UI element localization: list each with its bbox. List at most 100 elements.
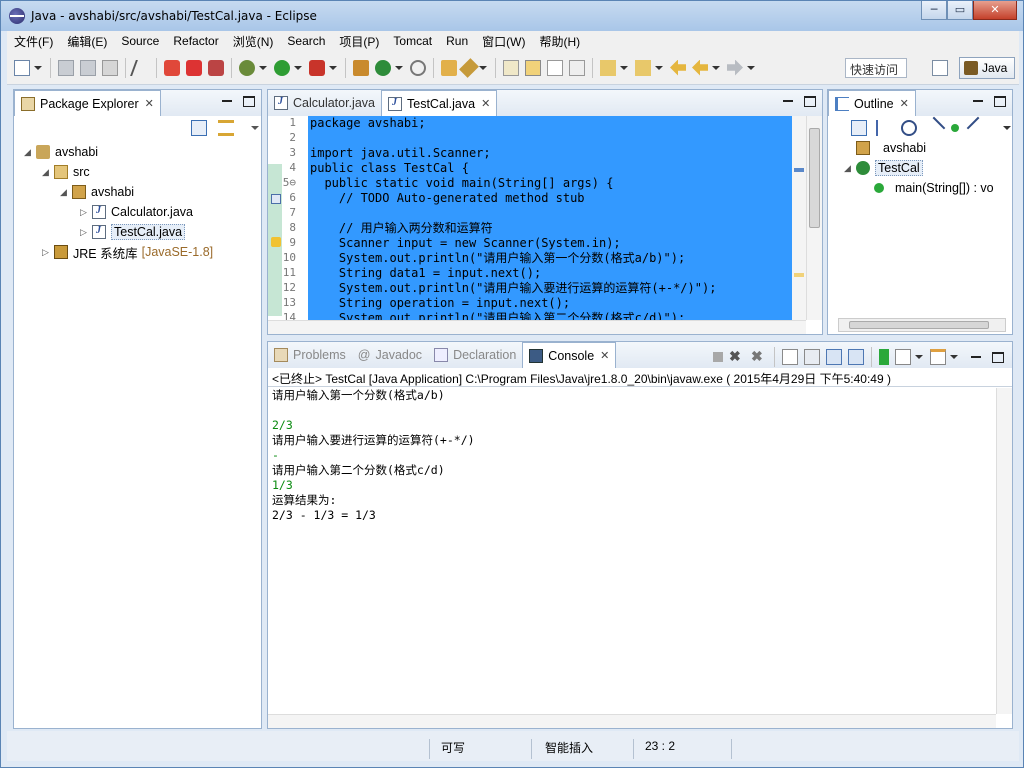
collapse-all-icon[interactable] <box>191 120 207 136</box>
toggle-breakpoint-icon[interactable] <box>130 59 152 76</box>
quick-access-input[interactable]: 快速访问 <box>845 58 907 78</box>
run-icon[interactable] <box>274 59 290 76</box>
print-icon[interactable] <box>102 59 118 76</box>
scrollbar-thumb[interactable] <box>809 128 820 228</box>
tree-item-testcal[interactable]: ▷ TestCal.java <box>20 222 213 242</box>
hide-local-types-icon[interactable] <box>966 116 990 140</box>
block-selection-icon[interactable] <box>547 59 563 76</box>
tab-javadoc[interactable]: @ Javadoc <box>352 342 428 368</box>
mark-occurrences-icon[interactable] <box>525 59 541 76</box>
tab-problems[interactable]: Problems <box>268 342 352 368</box>
show-stderr-icon[interactable] <box>848 349 864 365</box>
menu-tomcat[interactable]: Tomcat <box>386 34 439 48</box>
maximize-button[interactable]: ▭ <box>947 1 973 20</box>
highlight-icon[interactable] <box>503 59 519 76</box>
debug-icon[interactable] <box>239 59 255 76</box>
menu-run[interactable]: Run <box>439 34 475 48</box>
minimize-view-icon[interactable] <box>782 96 794 107</box>
tree-item-src[interactable]: ◢ src <box>20 162 213 182</box>
tab-testcal-java[interactable]: TestCal.java ✕ <box>381 90 498 116</box>
debug-marker-icon[interactable] <box>186 59 202 76</box>
remove-launch-icon[interactable]: ✖ <box>729 349 745 365</box>
hide-static-icon[interactable] <box>922 116 946 140</box>
save-icon[interactable] <box>58 59 74 76</box>
open-perspective-icon[interactable] <box>932 60 948 76</box>
refresh-icon[interactable] <box>410 59 426 76</box>
last-edit-icon[interactable] <box>670 59 686 76</box>
back-icon[interactable] <box>692 59 708 76</box>
clear-console-icon[interactable] <box>782 349 798 365</box>
sort-icon[interactable] <box>876 120 892 136</box>
remove-breakpoints-icon[interactable] <box>208 59 224 76</box>
menu-navigate[interactable]: 浏览(N) <box>226 33 281 50</box>
maximize-view-icon[interactable] <box>804 96 816 107</box>
pin-console-icon[interactable] <box>879 349 889 365</box>
tree-item-package[interactable]: ◢ avshabi <box>20 182 213 202</box>
editor-horizontal-scrollbar[interactable] <box>268 320 806 334</box>
menu-help[interactable]: 帮助(H) <box>532 33 587 50</box>
tree-item-calculator[interactable]: ▷ Calculator.java <box>20 202 213 222</box>
open-type-icon[interactable] <box>441 59 457 76</box>
maximize-view-icon[interactable] <box>992 351 1004 363</box>
menu-source[interactable]: Source <box>114 34 166 48</box>
remove-all-terminated-icon[interactable]: ✖ <box>751 349 767 365</box>
collapse-arrow-icon[interactable]: ▷ <box>80 227 92 238</box>
maximize-view-icon[interactable] <box>243 96 255 107</box>
hide-fields-icon[interactable] <box>901 120 917 136</box>
close-icon[interactable]: ✕ <box>600 349 609 362</box>
prev-annotation-icon[interactable] <box>635 59 651 76</box>
outline-item-package[interactable]: avshabi <box>844 138 994 158</box>
expand-arrow-icon[interactable]: ◢ <box>42 167 54 178</box>
link-with-editor-icon[interactable] <box>218 120 234 136</box>
collapse-arrow-icon[interactable]: ▷ <box>80 207 92 218</box>
display-console-icon[interactable] <box>895 349 911 365</box>
menu-edit[interactable]: 编辑(E) <box>60 33 114 50</box>
menu-file[interactable]: 文件(F) <box>7 33 60 50</box>
outline-item-class[interactable]: ◢ TestCal <box>844 158 994 178</box>
minimize-view-icon[interactable] <box>970 352 982 363</box>
close-icon[interactable]: ✕ <box>900 97 909 110</box>
open-console-icon[interactable] <box>930 349 946 365</box>
save-all-icon[interactable] <box>80 59 96 76</box>
scroll-lock-icon[interactable] <box>804 349 820 365</box>
terminate-icon[interactable] <box>713 352 723 362</box>
tab-calculator-java[interactable]: Calculator.java <box>268 90 381 116</box>
tree-item-project[interactable]: ◢ avshabi <box>20 142 213 162</box>
minimize-button[interactable]: ─ <box>921 1 947 20</box>
maximize-view-icon[interactable] <box>994 96 1006 107</box>
next-annotation-icon[interactable] <box>600 59 616 76</box>
scrollbar-thumb[interactable] <box>849 321 989 329</box>
console-output[interactable]: 请用户输入第一个分数(格式a/b) 2/3 请用户输入要进行运算的运算符(+-*/)… <box>272 388 475 523</box>
external-tools-icon[interactable] <box>309 59 325 76</box>
collapse-arrow-icon[interactable]: ▷ <box>42 247 54 258</box>
console-horizontal-scrollbar[interactable] <box>268 714 996 728</box>
view-menu-icon[interactable] <box>1003 126 1011 130</box>
console-vertical-scrollbar[interactable] <box>996 388 1012 714</box>
tab-declaration[interactable]: Declaration <box>428 342 522 368</box>
tab-console[interactable]: Console ✕ <box>522 342 617 368</box>
expand-arrow-icon[interactable]: ◢ <box>60 187 72 198</box>
outline-item-method[interactable]: main(String[]) : vo <box>844 178 994 198</box>
minimize-view-icon[interactable] <box>221 96 233 107</box>
menu-search[interactable]: Search <box>280 34 332 48</box>
java-perspective-button[interactable]: Java <box>959 57 1015 79</box>
skip-breakpoints-icon[interactable] <box>164 59 180 76</box>
new-class-icon[interactable] <box>375 59 391 76</box>
code-editor[interactable]: 1 package avshabi; 2 3 import java.util.Scan… <box>268 116 794 325</box>
tab-outline[interactable]: Outline ✕ <box>828 90 916 116</box>
close-icon[interactable]: ✕ <box>481 97 490 110</box>
menu-project[interactable]: 项目(P) <box>332 33 386 50</box>
editor-vertical-scrollbar[interactable] <box>806 116 822 320</box>
expand-arrow-icon[interactable]: ◢ <box>24 147 36 158</box>
expand-arrow-icon[interactable]: ◢ <box>844 163 856 174</box>
outline-horizontal-scrollbar[interactable] <box>838 318 1006 332</box>
menu-refactor[interactable]: Refactor <box>166 34 225 48</box>
close-icon[interactable]: ✕ <box>145 97 154 110</box>
search-tool-icon[interactable] <box>459 57 479 78</box>
tab-package-explorer[interactable]: Package Explorer ✕ <box>14 90 161 116</box>
new-package-icon[interactable] <box>353 59 369 76</box>
view-menu-icon[interactable] <box>251 126 259 130</box>
menu-window[interactable]: 窗口(W) <box>475 33 532 50</box>
show-whitespace-icon[interactable] <box>569 59 585 76</box>
show-stdout-icon[interactable] <box>826 349 842 365</box>
